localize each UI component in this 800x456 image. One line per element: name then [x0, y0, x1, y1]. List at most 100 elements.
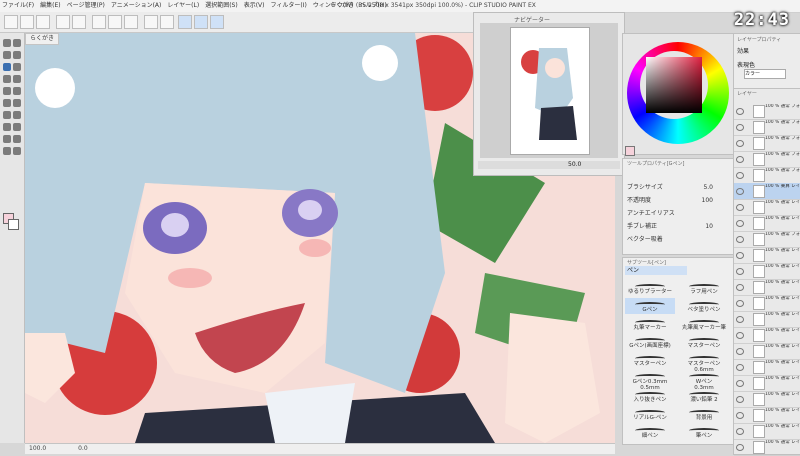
- pen-mode-icon[interactable]: [210, 15, 224, 29]
- layer-row[interactable]: 100 % 通常 レイヤー 298: [734, 215, 800, 232]
- brush-item[interactable]: Wペン: [679, 370, 729, 386]
- brush-item[interactable]: マスターペン 0.3mm: [679, 352, 729, 391]
- brush-item[interactable]: マスターペン 0.6mm: [679, 334, 729, 373]
- brush-item[interactable]: マスターペン 0.5mm: [625, 352, 675, 391]
- menu-layer[interactable]: レイヤー(L): [167, 1, 199, 11]
- figure-tool-icon[interactable]: [3, 111, 11, 119]
- navigator-zoom-slider[interactable]: [478, 161, 620, 169]
- fill-tool-icon[interactable]: [3, 99, 11, 107]
- canvas-tab[interactable]: らくがき: [25, 33, 60, 45]
- pen-mode-icon[interactable]: [194, 15, 208, 29]
- layer-row[interactable]: 100 % 通常 レイヤー 296: [734, 375, 800, 392]
- brush-item[interactable]: Gペン: [625, 298, 675, 314]
- undo-icon[interactable]: [56, 15, 70, 29]
- menu-edit[interactable]: 編集(E): [40, 1, 60, 11]
- brush-tool-icon[interactable]: [3, 75, 11, 83]
- blend-tool-icon[interactable]: [13, 87, 21, 95]
- visibility-eye-icon[interactable]: [736, 156, 744, 163]
- current-color-swatch[interactable]: [625, 146, 635, 156]
- clear-icon[interactable]: [92, 15, 106, 29]
- menu-selection[interactable]: 選択範囲(S): [205, 1, 238, 11]
- visibility-eye-icon[interactable]: [736, 364, 744, 371]
- balloon-tool-icon[interactable]: [3, 135, 11, 143]
- layer-row[interactable]: 100 % 通常 レイヤー 295: [734, 407, 800, 424]
- save-icon[interactable]: [36, 15, 50, 29]
- layer-row[interactable]: 100 % 通常 レイヤー 300: [734, 343, 800, 360]
- visibility-eye-icon[interactable]: [736, 380, 744, 387]
- brush-item[interactable]: 筆ペン: [679, 424, 729, 440]
- lasso-tool-icon[interactable]: [13, 51, 21, 59]
- hand-tool-icon[interactable]: [13, 147, 21, 155]
- expression-select[interactable]: カラー: [744, 69, 786, 79]
- brush-item[interactable]: ラフ用ペン: [679, 280, 729, 296]
- brush-item[interactable]: 背景用: [679, 406, 729, 422]
- visibility-eye-icon[interactable]: [736, 348, 744, 355]
- menu-view[interactable]: 表示(V): [244, 1, 265, 11]
- zoom-tool-icon[interactable]: [3, 39, 11, 47]
- pen-mode-icon[interactable]: [178, 15, 192, 29]
- ruler-snap-icon[interactable]: [160, 15, 174, 29]
- move-tool-icon[interactable]: [13, 39, 21, 47]
- select-tool-icon[interactable]: [3, 51, 11, 59]
- visibility-eye-icon[interactable]: [736, 268, 744, 275]
- brush-item[interactable]: リアルG-ペン: [625, 406, 675, 422]
- gradient-tool-icon[interactable]: [13, 99, 21, 107]
- menu-animation[interactable]: アニメーション(A): [111, 1, 162, 11]
- visibility-eye-icon[interactable]: [736, 204, 744, 211]
- menu-filter[interactable]: フィルター(I): [271, 1, 307, 11]
- visibility-eye-icon[interactable]: [736, 284, 744, 291]
- brush-item[interactable]: 入り抜きペン: [625, 388, 675, 404]
- layer-row[interactable]: 100 % 通常 レイヤー 304: [734, 279, 800, 296]
- stabilization-row[interactable]: 手ブレ補正 10: [627, 222, 729, 232]
- saturation-value-square[interactable]: [646, 57, 702, 113]
- rotation-readout[interactable]: 0.0: [78, 445, 88, 452]
- layer-row[interactable]: 100 % 乗算 レイヤー 318: [734, 183, 800, 200]
- visibility-eye-icon[interactable]: [736, 236, 744, 243]
- visibility-eye-icon[interactable]: [736, 252, 744, 259]
- layer-row[interactable]: 100 % 通常 フォルダー 2: [734, 119, 800, 136]
- brush-item[interactable]: 丸筆風マーカー筆: [679, 316, 729, 332]
- brush-item[interactable]: ゆるりプラーター: [625, 280, 675, 296]
- sub-tool-group-tab[interactable]: ペン: [625, 266, 687, 275]
- frame-tool-icon[interactable]: [13, 111, 21, 119]
- layer-row[interactable]: 100 % 通常 レイヤー 302: [734, 311, 800, 328]
- snap-icon[interactable]: [144, 15, 158, 29]
- new-file-icon[interactable]: [4, 15, 18, 29]
- navigator-preview[interactable]: [480, 23, 618, 158]
- layer-row[interactable]: 100 % 通常 レイヤー 312: [734, 247, 800, 264]
- layer-row[interactable]: 100 % 通常 レイヤー 293: [734, 439, 800, 456]
- layer-row[interactable]: 100 % 通常 レイヤー 311: [734, 263, 800, 280]
- brush-item[interactable]: ベタ塗りペン: [679, 298, 729, 314]
- visibility-eye-icon[interactable]: [736, 220, 744, 227]
- brush-item[interactable]: 細ペン: [625, 424, 675, 440]
- visibility-eye-icon[interactable]: [736, 396, 744, 403]
- brush-item[interactable]: 丸筆マーカー: [625, 316, 675, 332]
- pencil-tool-icon[interactable]: [13, 63, 21, 71]
- menu-file[interactable]: ファイル(F): [2, 1, 34, 11]
- brush-item[interactable]: Gペン0.3mm: [625, 370, 675, 386]
- visibility-eye-icon[interactable]: [736, 108, 744, 115]
- brush-item[interactable]: Gペン(画面座標): [625, 334, 675, 350]
- visibility-eye-icon[interactable]: [736, 300, 744, 307]
- brush-size-row[interactable]: ブラシサイズ 5.0: [627, 183, 729, 193]
- antialias-row[interactable]: アンチエイリアス: [627, 209, 729, 219]
- visibility-eye-icon[interactable]: [736, 124, 744, 131]
- eraser-tool-icon[interactable]: [3, 87, 11, 95]
- layer-row[interactable]: 100 % 通常 フォルダー 5: [734, 167, 800, 184]
- layer-row[interactable]: 100 % 通常 レイヤー 294: [734, 423, 800, 440]
- vector-snap-row[interactable]: ベクター吸着: [627, 235, 729, 245]
- layer-row[interactable]: 100 % 通常 フォルダー 19: [734, 231, 800, 248]
- sub-color-swatch[interactable]: [8, 219, 19, 230]
- layer-row[interactable]: 100 % 通常 レイヤー 301: [734, 327, 800, 344]
- visibility-eye-icon[interactable]: [736, 444, 744, 451]
- layer-row[interactable]: 100 % 通常 フォルダー 4: [734, 151, 800, 168]
- eyedropper-tool-icon[interactable]: [3, 147, 11, 155]
- layer-row[interactable]: 100 % 通常 レイヤー 303: [734, 295, 800, 312]
- visibility-eye-icon[interactable]: [736, 188, 744, 195]
- layer-row[interactable]: 100 % 通常 レイヤー 299: [734, 359, 800, 376]
- text-tool-icon[interactable]: [13, 123, 21, 131]
- visibility-eye-icon[interactable]: [736, 412, 744, 419]
- airbrush-tool-icon[interactable]: [13, 75, 21, 83]
- ruler-tool-icon[interactable]: [3, 123, 11, 131]
- redo-icon[interactable]: [72, 15, 86, 29]
